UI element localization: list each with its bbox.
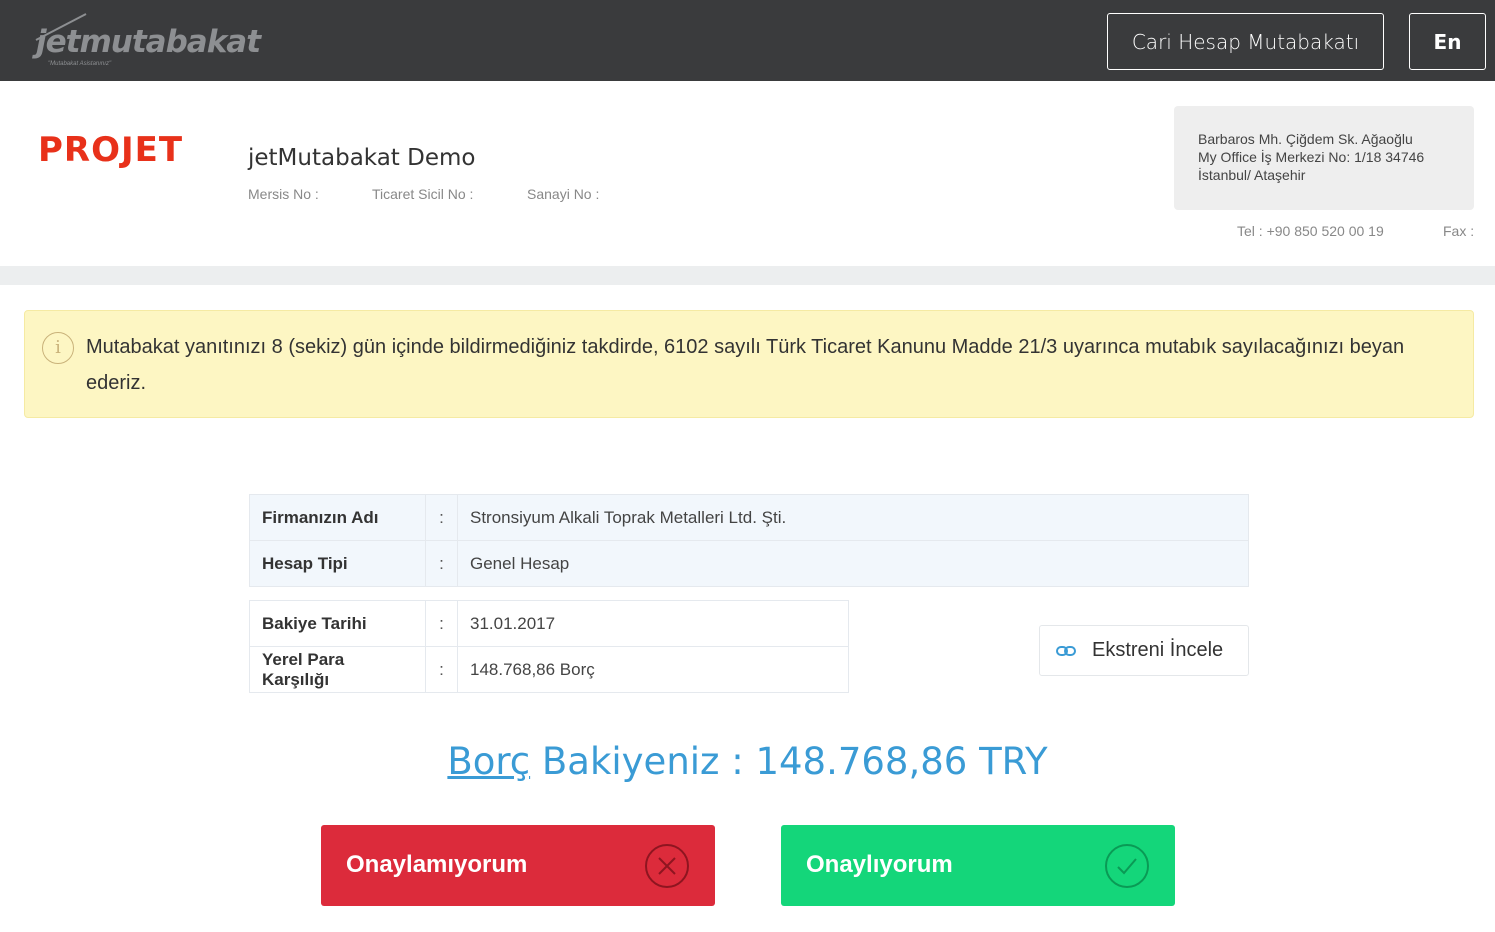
warning-alert: i Mutabakat yanıtınızı 8 (sekiz) gün içi… — [24, 310, 1474, 418]
warning-text: Mutabakat yanıtınızı 8 (sekiz) gün içind… — [86, 336, 1405, 394]
view-statement-label: Ekstreni İncele — [1092, 639, 1224, 661]
account-type-label: Hesap Tipi — [249, 540, 426, 587]
approve-label: Onaylıyorum — [806, 851, 953, 878]
balance-summary: Borç Bakiyeniz : 148.768,86 TRY — [0, 740, 1495, 783]
mersis-no-label: Mersis No : — [248, 186, 319, 202]
balance-info-table: Bakiye Tarihi : 31.01.2017 Yerel Para Ka… — [249, 600, 849, 693]
separator: : — [425, 494, 458, 541]
company-logo: PROJET — [38, 130, 184, 170]
balance-text: Bakiyeniz : 148.768,86 TRY — [530, 740, 1048, 783]
local-currency-value: 148.768,86 Borç — [457, 646, 849, 693]
balance-date-value: 31.01.2017 — [457, 600, 849, 647]
fax: Fax : — [1443, 223, 1475, 239]
separator: : — [425, 540, 458, 587]
logo-slogan: "Mutabakat Asistanınız" — [48, 61, 112, 67]
separator: : — [425, 600, 458, 647]
section-divider — [0, 266, 1495, 285]
close-circle-icon — [645, 844, 689, 888]
firm-name-label: Firmanızın Adı — [249, 494, 426, 541]
table-row: Yerel Para Karşılığı : 148.768,86 Borç — [249, 646, 849, 693]
account-type-value: Genel Hesap — [457, 540, 1249, 587]
balance-date-label: Bakiye Tarihi — [249, 600, 426, 647]
top-navbar: jetmutabakat "Mutabakat Asistanınız" Car… — [0, 0, 1495, 81]
table-row: Firmanızın Adı : Stronsiyum Alkali Topra… — [249, 494, 1249, 541]
address-line-3: İstanbul/ Ataşehir — [1198, 167, 1306, 183]
sanayi-no-label: Sanayi No : — [527, 186, 600, 202]
ticaret-sicil-no-label: Ticaret Sicil No : — [372, 186, 474, 202]
separator: : — [425, 646, 458, 693]
jetmutabakat-logo[interactable]: jetmutabakat "Mutabakat Asistanınız" — [30, 12, 261, 72]
balance-kind-link[interactable]: Borç — [447, 740, 530, 783]
approve-button[interactable]: Onaylıyorum — [781, 825, 1175, 906]
language-button[interactable]: En — [1409, 13, 1486, 70]
address-line-1: Barbaros Mh. Çiğdem Sk. Ağaoğlu — [1198, 131, 1413, 147]
address-box: Barbaros Mh. Çiğdem Sk. Ağaoğlu My Offic… — [1174, 106, 1474, 210]
view-statement-button[interactable]: Ekstreni İncele — [1039, 625, 1249, 676]
table-row: Hesap Tipi : Genel Hesap — [249, 540, 1249, 587]
firm-name-value: Stronsiyum Alkali Toprak Metalleri Ltd. … — [457, 494, 1249, 541]
address-line-2: My Office İş Merkezi No: 1/18 34746 — [1198, 149, 1425, 165]
check-circle-icon — [1105, 844, 1149, 888]
company-header: PROJET jetMutabakat Demo Mersis No : Tic… — [0, 81, 1495, 266]
link-icon — [1056, 645, 1076, 657]
telephone: Tel : +90 850 520 00 19 — [1237, 223, 1384, 239]
logo-text: jetmutabakat — [36, 24, 261, 60]
info-icon: i — [42, 332, 74, 364]
cari-hesap-button[interactable]: Cari Hesap Mutabakatı — [1107, 13, 1384, 70]
company-name: jetMutabakat Demo — [248, 145, 476, 171]
local-currency-label: Yerel Para Karşılığı — [249, 646, 426, 693]
reject-label: Onaylamıyorum — [346, 851, 528, 878]
table-row: Bakiye Tarihi : 31.01.2017 — [249, 600, 849, 647]
reject-button[interactable]: Onaylamıyorum — [321, 825, 715, 906]
account-info-table: Firmanızın Adı : Stronsiyum Alkali Topra… — [249, 494, 1249, 587]
